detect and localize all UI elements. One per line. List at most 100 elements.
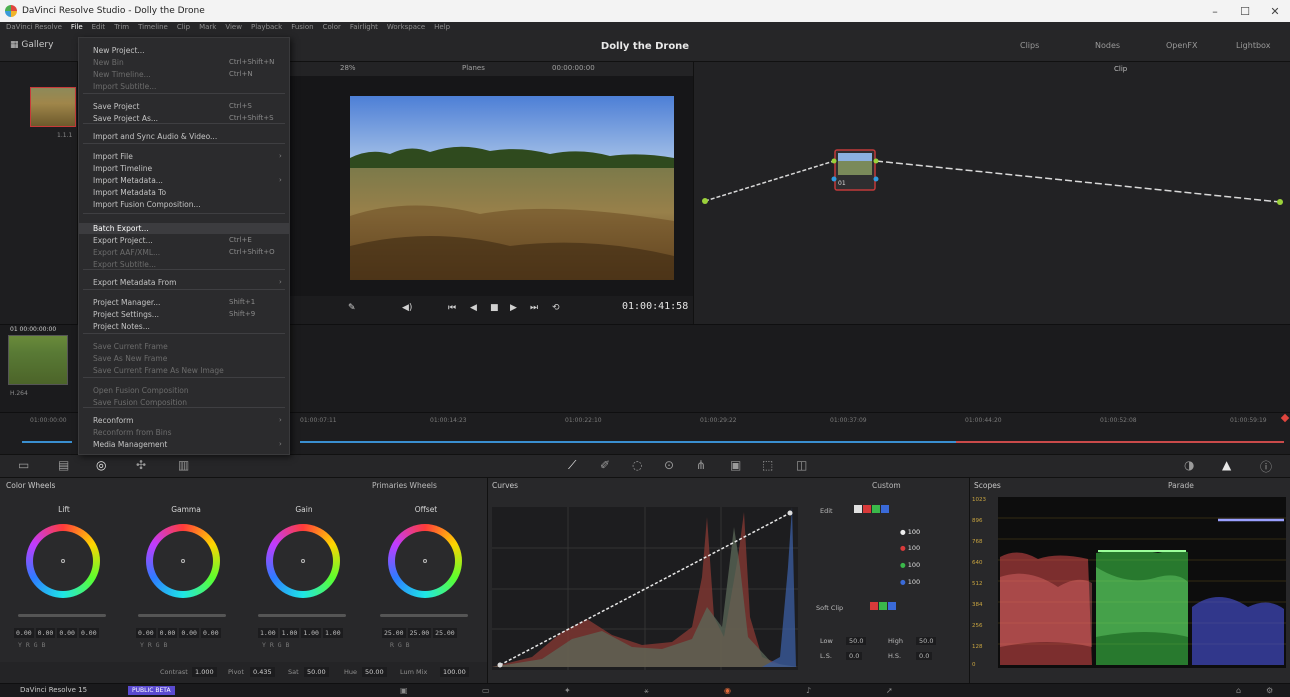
menu-item[interactable]: New Timeline...: [93, 69, 151, 80]
close-button[interactable]: ✕: [1260, 0, 1290, 22]
menu-item[interactable]: Save Current Frame: [93, 341, 168, 352]
hs-field[interactable]: 0.0: [916, 652, 933, 660]
wheels-mode-dropdown[interactable]: Primaries Wheels: [372, 481, 437, 490]
menu-clip[interactable]: Clip: [177, 23, 190, 31]
maximize-button[interactable]: ☐: [1230, 0, 1260, 22]
scopes-mode-dropdown[interactable]: Parade: [1168, 481, 1194, 490]
blue-intensity[interactable]: ● 100: [900, 578, 920, 586]
deliver-page-button[interactable]: ➚: [886, 686, 893, 695]
menu-item[interactable]: Import Subtitle...: [93, 81, 156, 92]
green-intensity[interactable]: ● 100: [900, 561, 920, 569]
menu-item[interactable]: Project Manager...: [93, 297, 160, 308]
chip-green[interactable]: [872, 505, 880, 513]
gain-master-slider[interactable]: [258, 614, 346, 617]
green-intensity-value[interactable]: 100: [908, 561, 920, 569]
qualifier-icon[interactable]: ✐: [600, 458, 610, 472]
chip-blue[interactable]: [881, 505, 889, 513]
curves-channel-chips[interactable]: [854, 505, 890, 515]
soft-clip-chips[interactable]: [870, 602, 897, 612]
scope-toggle-icon[interactable]: ◑: [1184, 458, 1194, 472]
sat-field[interactable]: 50.00: [304, 667, 329, 677]
color-match-icon[interactable]: ▤: [58, 458, 69, 472]
menu-item[interactable]: Import and Sync Audio & Video...: [93, 131, 217, 142]
curves-mode-dropdown[interactable]: Custom: [872, 481, 901, 490]
menu-item[interactable]: Export Metadata From: [93, 277, 176, 288]
eyedropper-icon[interactable]: ✎: [348, 303, 356, 313]
offset-wheel[interactable]: [388, 524, 462, 598]
media-page-button[interactable]: ▣: [400, 686, 408, 695]
stop-button[interactable]: ■: [490, 303, 499, 313]
menu-item[interactable]: New Project...: [93, 45, 145, 56]
menu-item[interactable]: Import File: [93, 151, 133, 162]
menu-playback[interactable]: Playback: [251, 23, 282, 31]
menu-fairlight[interactable]: Fairlight: [350, 23, 378, 31]
info-icon[interactable]: ⓘ: [1260, 458, 1272, 475]
clips-button[interactable]: Clips: [1020, 41, 1039, 50]
fairlight-page-button[interactable]: ♪: [806, 686, 811, 695]
zoom-dropdown[interactable]: 28%: [340, 64, 356, 72]
menu-item[interactable]: Export Subtitle...: [93, 259, 156, 270]
window-icon[interactable]: ◌: [632, 458, 642, 472]
curves-graph[interactable]: [492, 507, 798, 670]
menu-item[interactable]: Import Metadata...: [93, 175, 163, 186]
menu-item[interactable]: Project Settings...: [93, 309, 159, 320]
openfx-button[interactable]: OpenFX: [1166, 41, 1197, 50]
audio-icon[interactable]: ◀): [402, 303, 412, 313]
gamma-master-slider[interactable]: [138, 614, 226, 617]
last-frame-button[interactable]: ⏭: [530, 303, 538, 313]
lift-values[interactable]: 0.00 0.00 0.00 0.00: [14, 628, 101, 638]
rgb-mixer-icon[interactable]: ✣: [136, 458, 146, 472]
camera-raw-icon[interactable]: ▭: [18, 458, 29, 472]
luma-intensity[interactable]: ● 100: [900, 528, 920, 536]
menu-file[interactable]: File: [71, 23, 83, 31]
edit-page-button[interactable]: ▭: [482, 686, 490, 695]
high-field[interactable]: 50.0: [916, 637, 937, 645]
menu-trim[interactable]: Trim: [114, 23, 129, 31]
menu-item[interactable]: Export AAF/XML...: [93, 247, 160, 258]
menu-item[interactable]: Save Current Frame As New Image: [93, 365, 224, 376]
clip-thumbnail[interactable]: [8, 335, 68, 385]
fusion-page-button[interactable]: ✦: [564, 686, 571, 695]
menu-item[interactable]: Reconform from Bins: [93, 427, 172, 438]
home-icon[interactable]: ⌂: [1236, 686, 1241, 695]
offset-values[interactable]: 25.00 25.00 25.00: [382, 628, 459, 638]
settings-icon[interactable]: ⚙: [1266, 686, 1273, 695]
minimize-button[interactable]: –: [1200, 0, 1230, 22]
menu-color[interactable]: Color: [323, 23, 341, 31]
3d-icon[interactable]: ◫: [796, 458, 807, 472]
gamma-wheel[interactable]: [146, 524, 220, 598]
curves-icon[interactable]: ⟋: [568, 458, 576, 473]
menu-item[interactable]: Save Fusion Composition: [93, 397, 187, 408]
soft-clip-blue-chip[interactable]: [888, 602, 896, 610]
menu-item[interactable]: New Bin: [93, 57, 124, 68]
lummix-field[interactable]: 100.00: [440, 667, 469, 677]
color-page-button[interactable]: ◉: [724, 686, 731, 695]
menu-item[interactable]: Save Project: [93, 101, 139, 112]
luma-intensity-value[interactable]: 100: [908, 528, 920, 536]
sizing-icon[interactable]: ⬚: [762, 458, 773, 472]
red-intensity-value[interactable]: 100: [908, 544, 920, 552]
viewer-frame[interactable]: [350, 96, 674, 280]
gallery-still[interactable]: [30, 87, 76, 127]
motion-effects-icon[interactable]: ▥: [178, 458, 189, 472]
hue-field[interactable]: 50.00: [362, 667, 387, 677]
nodes-button[interactable]: Nodes: [1095, 41, 1120, 50]
key-icon[interactable]: ▣: [730, 458, 741, 472]
blue-intensity-value[interactable]: 100: [908, 578, 920, 586]
menu-item[interactable]: Batch Export...: [79, 223, 289, 234]
menu-help[interactable]: Help: [434, 23, 450, 31]
menu-item[interactable]: Import Metadata To: [93, 187, 166, 198]
play-button[interactable]: ▶: [510, 303, 517, 313]
playhead-icon[interactable]: [1280, 413, 1290, 423]
gamma-values[interactable]: 0.00 0.00 0.00 0.00: [136, 628, 223, 638]
menu-mark[interactable]: Mark: [199, 23, 216, 31]
menu-timeline[interactable]: Timeline: [138, 23, 168, 31]
menu-davinci[interactable]: DaVinci Resolve: [6, 23, 62, 31]
gain-wheel[interactable]: [266, 524, 340, 598]
scopes-icon[interactable]: ▲: [1222, 458, 1231, 472]
menu-edit[interactable]: Edit: [92, 23, 106, 31]
pivot-field[interactable]: 0.435: [250, 667, 275, 677]
menu-item[interactable]: Export Project...: [93, 235, 153, 246]
play-reverse-button[interactable]: ◀: [470, 303, 477, 313]
color-wheels-icon[interactable]: ◎: [96, 458, 106, 472]
